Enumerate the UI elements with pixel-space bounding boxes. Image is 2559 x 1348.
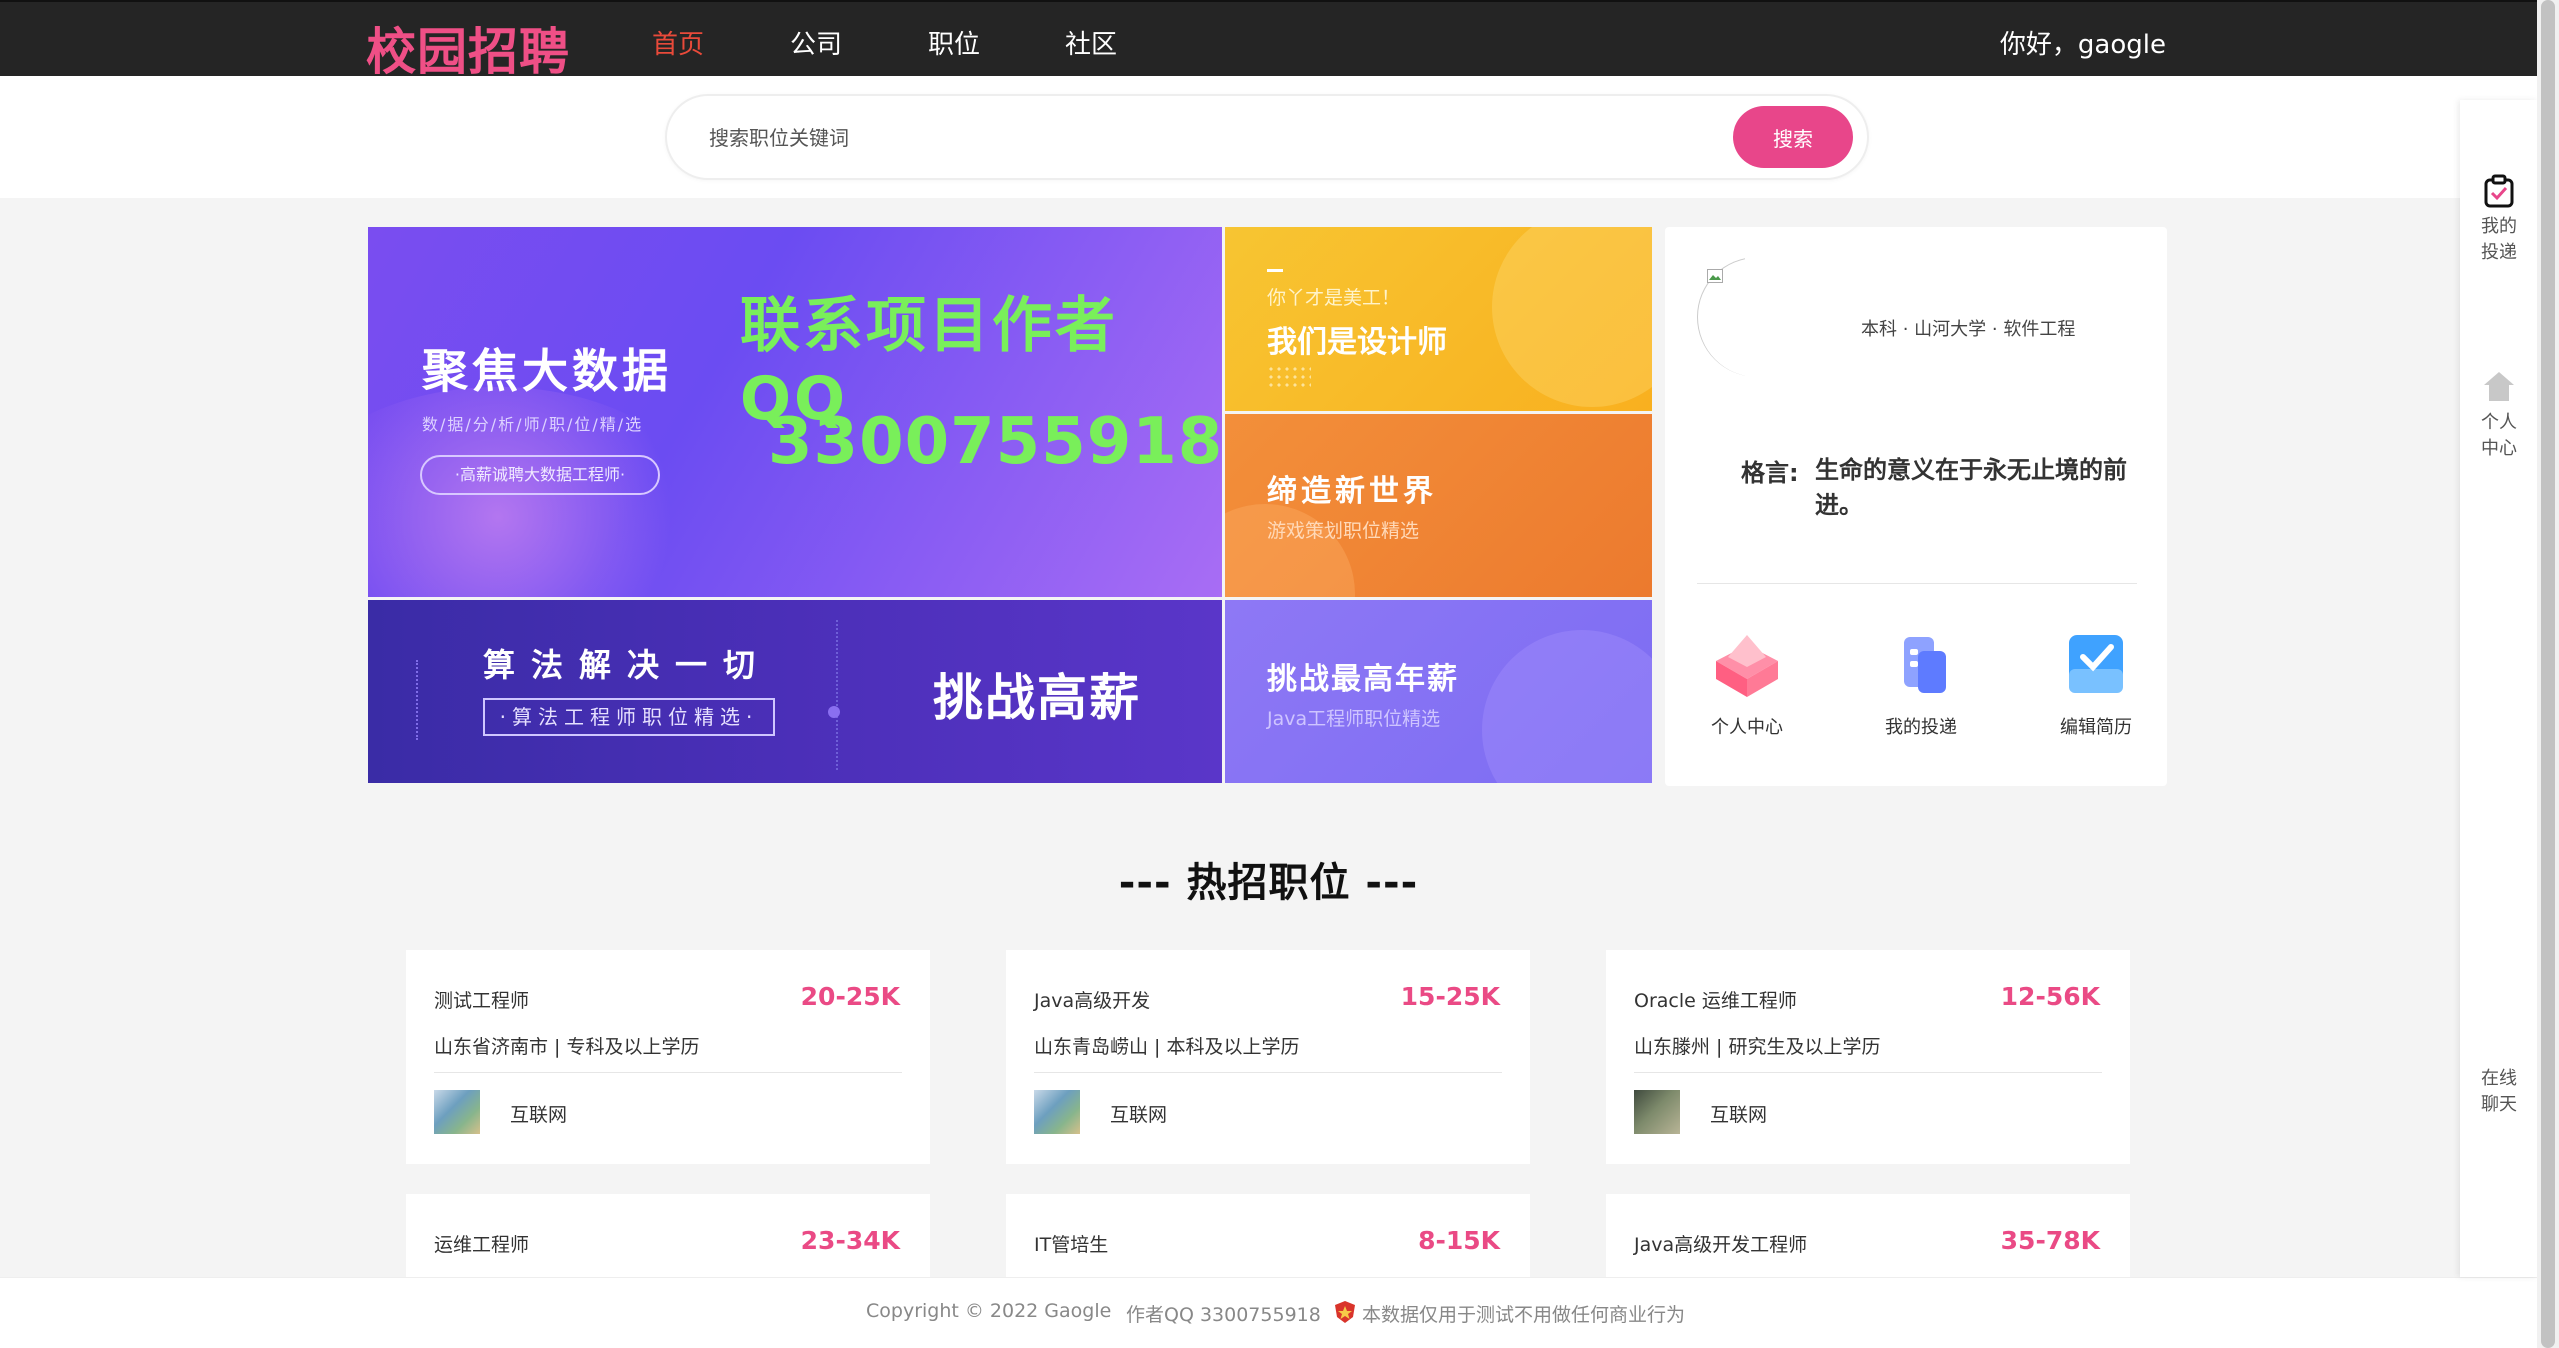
search-band: 搜索 xyxy=(0,76,2537,198)
quick-action-label: 个人中心 xyxy=(1711,717,1783,738)
job-title[interactable]: Java高级开发 xyxy=(1034,986,1150,1013)
clipboard-check-icon xyxy=(2484,174,2514,208)
top-navbar: 校园招聘 首页 公司 职位 社区 你好，gaogle xyxy=(0,0,2537,81)
sidebar-item-my-applications[interactable]: 我的投递 xyxy=(2460,174,2538,266)
job-title[interactable]: 运维工程师 xyxy=(434,1230,529,1257)
section-title: --- 热招职位 --- xyxy=(1118,860,1419,906)
quick-action-label: 我的投递 xyxy=(1885,717,1957,738)
job-location: 山东省济南市 | 专科及以上学历 xyxy=(434,1036,700,1058)
motto-label: 格言: xyxy=(1741,459,1799,487)
quick-action-personal-center[interactable]: 个人中心 xyxy=(1687,627,1807,739)
sidebar-label: 在线聊天 xyxy=(2481,1068,2517,1115)
home-icon xyxy=(2484,372,2514,401)
banner-title: 挑战最高年薪 xyxy=(1267,662,1459,697)
banner-tag: ·算法工程师职位精选· xyxy=(483,698,775,736)
job-title[interactable]: Java高级开发工程师 xyxy=(1634,1230,1807,1257)
nav-jobs[interactable]: 职位 xyxy=(928,24,980,61)
nav-home[interactable]: 首页 xyxy=(652,24,704,61)
user-greeting[interactable]: 你好，gaogle xyxy=(2000,24,2166,61)
job-industry: 互联网 xyxy=(1110,1104,1168,1126)
banner-title: 缔造新世界 xyxy=(1267,474,1437,509)
banner-subtitle: 游戏策划职位精选 xyxy=(1267,520,1420,542)
job-card[interactable]: Java高级开发工程师 35-78K xyxy=(1606,1194,2130,1277)
divider xyxy=(434,1072,902,1073)
scrollbar-thumb[interactable] xyxy=(2541,0,2555,1348)
job-title[interactable]: IT管培生 xyxy=(1034,1230,1108,1257)
page-scrollbar[interactable] xyxy=(2537,0,2559,1348)
author-contact: 作者QQ 3300755918 xyxy=(1126,1304,1321,1326)
job-salary: 23-34K xyxy=(800,1226,900,1255)
banner-game[interactable]: 缔造新世界 游戏策划职位精选 xyxy=(1225,414,1652,597)
my-applications-icon xyxy=(1882,627,1960,701)
nav-community[interactable]: 社区 xyxy=(1065,24,1117,61)
job-location: 山东青岛崂山 | 本科及以上学历 xyxy=(1034,1036,1300,1058)
disclaimer: 本数据仅用于测试不用做任何商业行为 xyxy=(1362,1304,1686,1326)
broken-image-icon xyxy=(1707,269,1727,287)
sidebar-item-online-chat[interactable]: 在线聊天 xyxy=(2460,1066,2538,1118)
personal-center-icon xyxy=(1708,627,1786,701)
job-card[interactable]: Java高级开发 15-25K 山东青岛崂山 | 本科及以上学历 互联网 xyxy=(1006,950,1530,1164)
decor-dots xyxy=(1267,365,1311,389)
banner-java[interactable]: 挑战最高年薪 Java工程师职位精选 xyxy=(1225,600,1652,783)
banner-subtitle: 数/据/分/析/师/职/位/精/选 xyxy=(422,415,644,434)
job-title[interactable]: 测试工程师 xyxy=(434,986,529,1013)
banner-title: 聚焦大数据 xyxy=(422,344,672,398)
company-logo[interactable] xyxy=(1634,1090,1680,1134)
motto-text: 生命的意义在于永无止境的前进。 xyxy=(1815,456,2127,519)
job-card[interactable]: 运维工程师 23-34K xyxy=(406,1194,930,1277)
job-industry: 互联网 xyxy=(1710,1104,1768,1126)
search-box: 搜索 xyxy=(665,94,1869,180)
job-salary: 15-25K xyxy=(1400,982,1500,1011)
footer: Copyright © 2022 Gaogle 作者QQ 3300755918 … xyxy=(0,1277,2537,1348)
divider xyxy=(1697,583,2137,584)
job-salary: 35-78K xyxy=(2000,1226,2100,1255)
floating-sidebar: 我的投递 个人中心 在线聊天 xyxy=(2460,100,2538,1277)
job-industry: 互联网 xyxy=(510,1104,568,1126)
banner-title: 我们是设计师 xyxy=(1267,325,1447,360)
profile-card: 本科 · 山河大学 · 软件工程 格言: 生命的意义在于永无止境的前进。 个人中… xyxy=(1665,227,2167,786)
banner-algorithm[interactable]: 算法解决一切 ·算法工程师职位精选· 挑战高薪 xyxy=(368,600,1222,783)
job-salary: 8-15K xyxy=(1418,1226,1500,1255)
decor-dash xyxy=(1267,269,1283,272)
divider xyxy=(1034,1072,1502,1073)
decor-circle xyxy=(1482,630,1652,783)
quick-action-label: 编辑简历 xyxy=(2060,717,2132,738)
copyright: Copyright © 2022 Gaogle xyxy=(866,1300,1112,1322)
search-input[interactable] xyxy=(709,120,1669,156)
police-badge-icon xyxy=(1334,1300,1356,1324)
company-logo[interactable] xyxy=(434,1090,480,1134)
banner-pill: ·高薪诚聘大数据工程师· xyxy=(420,455,660,495)
quick-action-edit-resume[interactable]: 编辑简历 xyxy=(2036,627,2156,739)
decor-dotted-line xyxy=(836,620,838,770)
sidebar-label: 我的投递 xyxy=(2481,216,2517,263)
sidebar-item-personal-center[interactable]: 个人中心 xyxy=(2460,368,2538,462)
job-salary: 12-56K xyxy=(2000,982,2100,1011)
banner-title: 算法解决一切 xyxy=(483,646,772,684)
site-logo[interactable]: 校园招聘 xyxy=(366,12,570,84)
banner-small-text: 你丫才是美工！ xyxy=(1267,287,1401,309)
sidebar-label: 个人中心 xyxy=(2481,412,2517,459)
job-card[interactable]: Oracle 运维工程师 12-56K 山东滕州 | 研究生及以上学历 互联网 xyxy=(1606,950,2130,1164)
profile-meta: 本科 · 山河大学 · 软件工程 xyxy=(1861,319,2076,340)
job-title[interactable]: Oracle 运维工程师 xyxy=(1634,986,1797,1013)
contact-number: 3300755918 xyxy=(768,405,1222,479)
divider xyxy=(1634,1072,2102,1073)
banner-headline: 挑战高薪 xyxy=(933,669,1141,727)
edit-resume-icon xyxy=(2057,627,2135,701)
job-salary: 20-25K xyxy=(800,982,900,1011)
job-location: 山东滕州 | 研究生及以上学历 xyxy=(1634,1036,1881,1058)
banner-big-data[interactable]: 聚焦大数据 数/据/分/析/师/职/位/精/选 ·高薪诚聘大数据工程师· 联系项… xyxy=(368,227,1222,597)
banner-designer[interactable]: 你丫才是美工！ 我们是设计师 xyxy=(1225,227,1652,411)
decor-dot xyxy=(828,706,840,718)
decor-circle xyxy=(1492,227,1652,407)
decor-dotted-line xyxy=(416,660,418,740)
quick-action-my-applications[interactable]: 我的投递 xyxy=(1861,627,1981,739)
job-card[interactable]: IT管培生 8-15K xyxy=(1006,1194,1530,1277)
job-card[interactable]: 测试工程师 20-25K 山东省济南市 | 专科及以上学历 互联网 xyxy=(406,950,930,1164)
company-logo[interactable] xyxy=(1034,1090,1080,1134)
banner-subtitle: Java工程师职位精选 xyxy=(1267,708,1441,730)
nav-company[interactable]: 公司 xyxy=(790,24,842,61)
search-button[interactable]: 搜索 xyxy=(1733,106,1853,168)
